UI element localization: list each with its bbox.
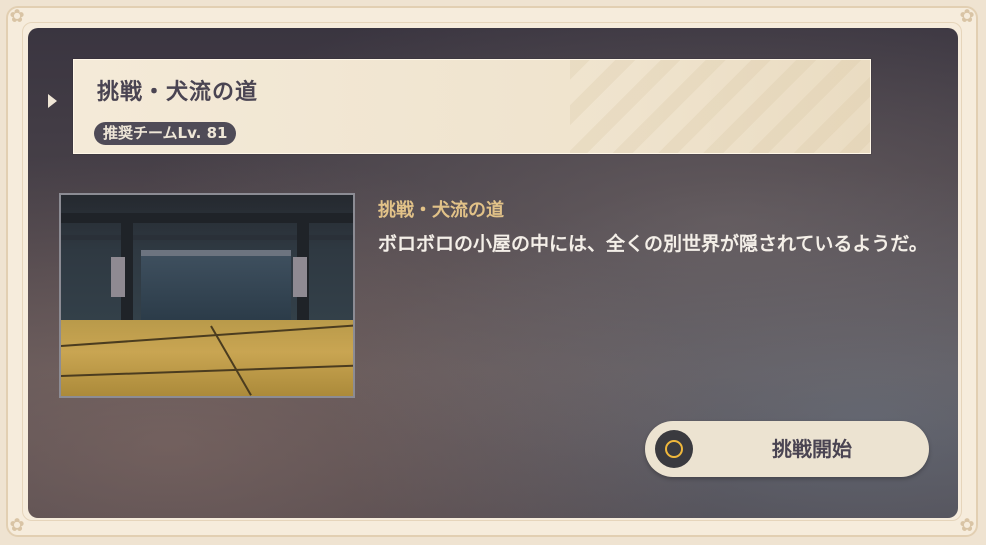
corner-ornament-icon: ✿ xyxy=(9,515,25,536)
domain-title-bar[interactable]: 挑戦・犬流の道 推奨チームLv. 81 xyxy=(73,59,871,154)
corner-ornament-icon: ✿ xyxy=(959,6,975,27)
o-button-icon xyxy=(655,430,693,468)
title-bar-pattern xyxy=(570,60,870,153)
corner-ornament-icon: ✿ xyxy=(959,515,975,536)
corner-ornament-icon: ✿ xyxy=(9,6,25,27)
selection-arrow-icon xyxy=(48,94,57,108)
domain-subtitle: 挑戦・犬流の道 xyxy=(378,200,504,221)
domain-title: 挑戦・犬流の道 xyxy=(97,80,259,105)
start-challenge-label: 挑戦開始 xyxy=(772,437,852,461)
start-challenge-button[interactable]: 挑戦開始 xyxy=(645,421,929,477)
domain-preview-image xyxy=(59,193,355,398)
recommended-level-badge: 推奨チームLv. 81 xyxy=(94,122,237,145)
domain-description: ボロボロの小屋の中には、全くの別世界が隠されているようだ。 xyxy=(378,233,928,255)
domain-panel: 挑戦・犬流の道 推奨チームLv. 81 挑戦・犬流の道 ボロボロの小屋の中には、… xyxy=(28,28,958,518)
